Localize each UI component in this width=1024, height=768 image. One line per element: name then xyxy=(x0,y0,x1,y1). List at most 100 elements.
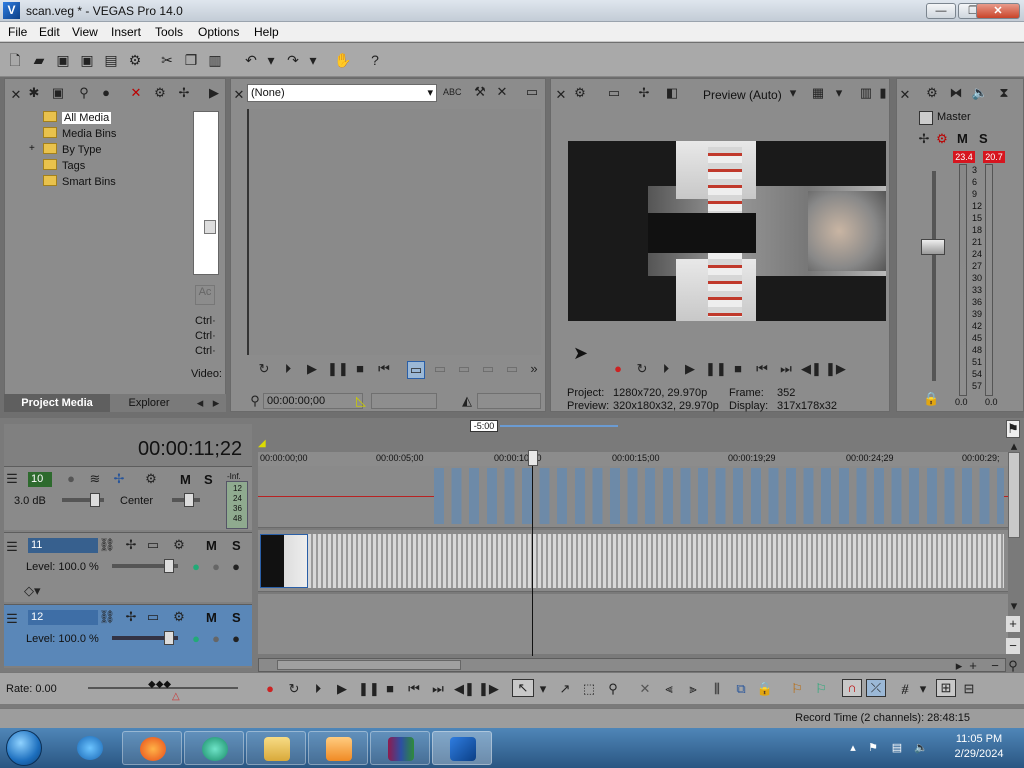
overlays-grid-icon[interactable]: ▦ xyxy=(809,85,827,101)
video-track-lane[interactable] xyxy=(258,530,1008,592)
trimmer-screen[interactable] xyxy=(247,109,541,355)
video-event-thumbnail[interactable] xyxy=(260,534,308,588)
trim-in-icon[interactable]: ▭ xyxy=(431,361,449,377)
trimmer-timecode[interactable]: 00:00:00;00 xyxy=(263,393,363,409)
play-from-start-icon[interactable]: ⏵ xyxy=(657,361,675,377)
parent-overlay-icon[interactable]: ● xyxy=(208,631,224,647)
zoom-out-vertical-icon[interactable]: − xyxy=(1006,638,1020,654)
solo-button[interactable]: S xyxy=(232,610,241,625)
marker-pin-icon[interactable]: ⚲ xyxy=(249,393,261,409)
redo-icon[interactable]: ↷ xyxy=(284,51,302,69)
whats-this-help-icon[interactable]: ? xyxy=(366,51,384,69)
split-icon[interactable]: ⫼ xyxy=(708,681,726,697)
solo-button[interactable]: S xyxy=(204,472,213,487)
track-menu-icon[interactable]: ☰ xyxy=(6,611,18,627)
taskbar-internet-explorer[interactable] xyxy=(60,731,120,765)
enable-snapping-icon[interactable]: ✋ xyxy=(334,51,352,69)
zoom-in-vertical-icon[interactable]: + xyxy=(1006,616,1020,632)
web-media-icon[interactable]: ● xyxy=(97,85,115,101)
cursor-timecode[interactable]: 00:00:11;22 xyxy=(138,438,242,461)
playhead-handle[interactable] xyxy=(528,450,538,466)
arm-record-icon[interactable]: ● xyxy=(64,471,78,487)
tab-project-media[interactable]: Project Media xyxy=(4,394,110,412)
menu-view[interactable]: View xyxy=(72,25,98,39)
preview-close-icon[interactable]: ✕ xyxy=(555,87,567,103)
undo-dropdown-icon[interactable]: ▾ xyxy=(262,51,280,69)
trim-add-after-icon[interactable]: ▭ xyxy=(503,361,521,377)
import-media-icon[interactable]: ✱ xyxy=(25,85,43,101)
save-as-icon[interactable]: ▣ xyxy=(78,51,96,69)
menu-insert[interactable]: Insert xyxy=(111,25,141,39)
master-gear-icon[interactable]: ⚙ xyxy=(935,131,949,147)
delete-icon[interactable]: ✕ xyxy=(636,681,654,697)
track-menu-icon[interactable]: ☰ xyxy=(6,539,18,555)
network-icon[interactable]: ▤ xyxy=(890,741,904,755)
expand-keyframes-icon[interactable]: ◇▾ xyxy=(24,583,41,599)
record-icon[interactable]: ● xyxy=(262,681,278,697)
stop-icon[interactable]: ■ xyxy=(351,361,369,377)
track-fx-gear-icon[interactable]: ⚙ xyxy=(142,471,160,487)
speaker-icon[interactable]: 🔈 xyxy=(971,85,989,101)
lock-icon[interactable]: 🔒 xyxy=(923,391,939,407)
trim-mode-icon[interactable]: ▭ xyxy=(407,361,425,379)
compositing-child-icon[interactable]: ● xyxy=(188,631,204,647)
empty-track-lane[interactable] xyxy=(258,594,1008,654)
rate-slider-handle[interactable]: ◆◆◆ xyxy=(148,679,171,690)
volume-slider-handle[interactable] xyxy=(90,493,100,507)
vertical-scroll-thumb[interactable] xyxy=(1008,452,1020,538)
compositing-mode-icon[interactable]: ⛓ xyxy=(98,609,116,625)
taskbar-media-app[interactable] xyxy=(184,731,244,765)
video-track-header[interactable]: ☰ 11 ⛓ ✢ ▭ ⚙ M S Level: 100.0 % ● ● ● ◇▾ xyxy=(4,532,252,602)
pause-icon[interactable]: ❚❚ xyxy=(327,361,349,377)
taskbar-vegas-pro[interactable] xyxy=(432,731,492,765)
tray-expand-icon[interactable]: ▴ xyxy=(846,741,860,755)
chevron-down-icon[interactable]: ▾ xyxy=(787,85,799,101)
tree-scrollbar[interactable] xyxy=(193,111,219,275)
compositing-child-icon[interactable]: ● xyxy=(188,559,204,575)
mute-button[interactable]: M xyxy=(206,610,217,625)
minimize-button[interactable]: — xyxy=(926,3,956,19)
loop-icon[interactable]: ↻ xyxy=(286,681,302,697)
master-fx-icon[interactable]: ✢ xyxy=(917,131,931,147)
collapse-children-icon[interactable]: ● xyxy=(228,631,244,647)
audio-event-clips[interactable] xyxy=(434,468,1004,524)
save-snapshot-icon[interactable]: ▮ xyxy=(877,85,889,101)
copy-icon[interactable]: ❐ xyxy=(182,51,200,69)
play-preview-icon[interactable]: ▶ xyxy=(207,85,221,101)
normal-edit-tool-icon[interactable]: ↖ xyxy=(512,679,534,697)
trimmer-clear-icon[interactable]: ✕ xyxy=(493,84,511,100)
split-screen-icon[interactable]: ◧ xyxy=(663,85,681,101)
tab-explorer[interactable]: Explorer xyxy=(114,394,184,412)
trim-end-icon[interactable]: ⫸ xyxy=(684,681,702,697)
properties-gear-icon[interactable]: ⚙ xyxy=(126,51,144,69)
trimmer-media-select[interactable]: (None) ▾ xyxy=(247,84,437,102)
menu-tools[interactable]: Tools xyxy=(155,25,183,39)
more-icon[interactable]: » xyxy=(525,361,543,377)
zoom-edit-tool-icon[interactable]: ⚲ xyxy=(604,681,622,697)
tree-item-by-type[interactable]: By Type xyxy=(43,143,102,159)
auto-preview-icon[interactable]: Ac xyxy=(195,285,215,305)
audio-track-lane[interactable] xyxy=(258,466,1008,528)
marker-icon[interactable]: ⚐ xyxy=(788,681,806,697)
downmix-icon[interactable]: ⧓ xyxy=(947,85,965,101)
start-button[interactable] xyxy=(6,730,42,766)
taskbar-clock[interactable]: 11:05 PM 2/29/2024 xyxy=(944,732,1014,762)
loop-region-bar[interactable] xyxy=(500,425,618,427)
next-frame-icon[interactable]: ❚▶ xyxy=(825,361,846,377)
auto-crossfade-icon[interactable]: ⤫ xyxy=(866,679,886,697)
copy-snapshot-icon[interactable]: ▥ xyxy=(857,85,875,101)
cut-icon[interactable]: ✂ xyxy=(158,51,176,69)
menu-options[interactable]: Options xyxy=(198,25,239,39)
render-icon[interactable]: ▤ xyxy=(102,51,120,69)
tab-scroll-right-icon[interactable]: ▸ xyxy=(210,395,222,411)
master-fader-handle[interactable] xyxy=(921,239,945,255)
collapse-children-icon[interactable]: ● xyxy=(228,559,244,575)
out-point-icon[interactable]: ◭ xyxy=(459,393,475,409)
envelope-tool-icon[interactable]: ↗ xyxy=(556,681,574,697)
loop-icon[interactable]: ↻ xyxy=(255,361,273,377)
video-event-strip[interactable] xyxy=(308,534,1004,588)
undo-icon[interactable]: ↶ xyxy=(242,51,260,69)
track-fx-icon[interactable]: ▭ xyxy=(144,537,162,553)
play-from-start-icon[interactable]: ⏵ xyxy=(310,681,326,697)
marker-flag-icon[interactable]: ⚑ xyxy=(1006,420,1020,438)
